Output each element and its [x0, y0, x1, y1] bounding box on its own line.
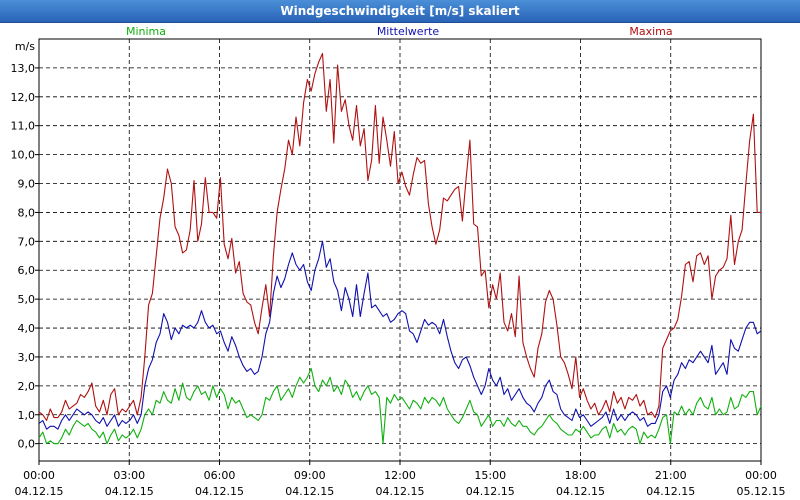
wind-speed-chart: 0,0 1,0 2,0 3,0 4,0 5,0 6,0 7,0 8,0 9,0 10,0 11,0 12…	[11, 25, 786, 498]
y-tick-label: 1,0	[18, 409, 36, 422]
x-tick-date-label: 04.12.15	[195, 485, 244, 498]
x-tick-time-label: 00:00	[745, 469, 777, 482]
x-tick-time-label: 00:00	[23, 469, 55, 482]
x-tick-date-label: 04.12.15	[105, 485, 154, 498]
x-tick-date-label: 05.12.15	[737, 485, 786, 498]
x-tick-date-label: 04.12.15	[646, 485, 695, 498]
y-tick-label: 0,0	[18, 438, 36, 451]
y-tick-label: 9,0	[18, 178, 36, 191]
legend-entry-mittelwerte: Mittelwerte	[377, 25, 440, 38]
x-tick-date-label: 04.12.15	[15, 485, 64, 498]
chart-window: Windgeschwindigkeit [m/s] skaliert 0,0 1,…	[0, 0, 800, 500]
x-tick-date-label: 04.12.15	[466, 485, 515, 498]
y-tick-label: 11,0	[11, 120, 36, 133]
x-tick-time-label: 21:00	[655, 469, 687, 482]
y-tick-label: 10,0	[11, 149, 36, 162]
y-tick-label: 13,0	[11, 62, 36, 75]
y-tick-label: 12,0	[11, 91, 36, 104]
x-tick-time-label: 18:00	[565, 469, 597, 482]
y-tick-label: 7,0	[18, 235, 36, 248]
legend-entry-minima: Minima	[126, 25, 166, 38]
x-tick-time-label: 09:00	[294, 469, 326, 482]
x-tick-date-label: 04.12.15	[556, 485, 605, 498]
y-tick-label: 5,0	[18, 293, 36, 306]
y-tick-label: 2,0	[18, 380, 36, 393]
x-tick-date-label: 04.12.15	[376, 485, 425, 498]
x-tick-time-label: 03:00	[113, 469, 145, 482]
window-title: Windgeschwindigkeit [m/s] skaliert	[0, 0, 800, 23]
y-tick-label: 4,0	[18, 322, 36, 335]
x-tick-time-label: 06:00	[204, 469, 236, 482]
legend-entry-maxima: Maxima	[629, 25, 672, 38]
x-tick-time-label: 12:00	[384, 469, 416, 482]
x-tick-time-label: 15:00	[474, 469, 506, 482]
y-unit-label: m/s	[15, 40, 35, 53]
x-tick-date-label: 04.12.15	[285, 485, 334, 498]
y-tick-label: 3,0	[18, 351, 36, 364]
y-tick-label: 6,0	[18, 264, 36, 277]
y-tick-label: 8,0	[18, 206, 36, 219]
